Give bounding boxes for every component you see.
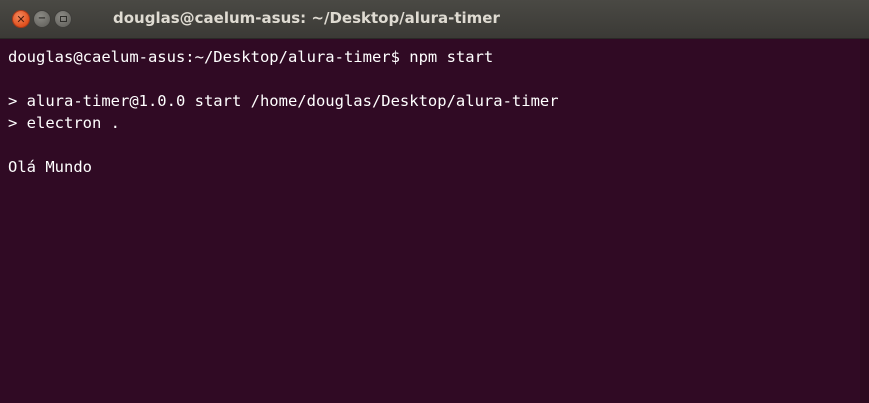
window-title: douglas@caelum-asus: ~/Desktop/alura-tim… bbox=[113, 9, 500, 27]
title-bar[interactable]: ✕ − douglas@caelum-asus: ~/Desktop/alura… bbox=[0, 0, 869, 39]
window-right-edge bbox=[860, 39, 869, 403]
maximize-square bbox=[59, 16, 67, 22]
minimize-icon[interactable]: − bbox=[33, 10, 51, 28]
terminal-output[interactable]: douglas@caelum-asus:~/Desktop/alura-time… bbox=[0, 39, 860, 403]
close-icon[interactable]: ✕ bbox=[12, 10, 30, 28]
terminal-line-output: Olá Mundo bbox=[8, 158, 92, 176]
terminal-line-electron: > electron . bbox=[8, 114, 120, 132]
terminal-window: ✕ − douglas@caelum-asus: ~/Desktop/alura… bbox=[0, 0, 869, 403]
maximize-icon[interactable] bbox=[54, 10, 72, 28]
terminal-line-prompt: douglas@caelum-asus:~/Desktop/alura-time… bbox=[8, 48, 494, 66]
close-glyph: ✕ bbox=[16, 12, 26, 26]
minimize-glyph: − bbox=[37, 13, 47, 24]
terminal-line-npm-start: > alura-timer@1.0.0 start /home/douglas/… bbox=[8, 92, 559, 110]
